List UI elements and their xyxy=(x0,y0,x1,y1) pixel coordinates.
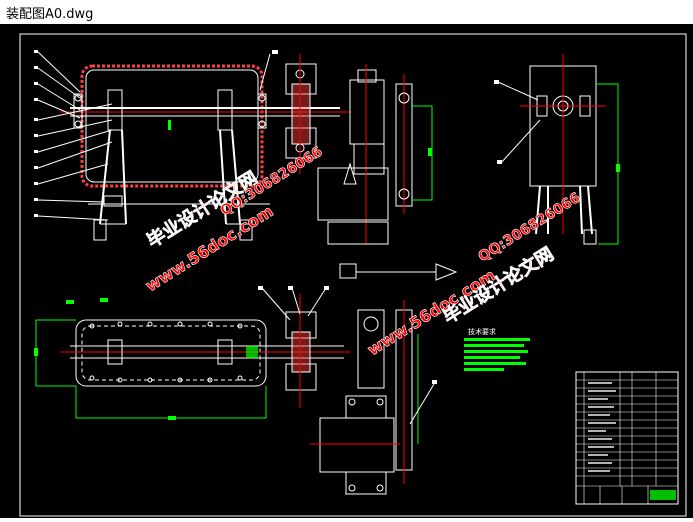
plan-view xyxy=(34,286,437,495)
title-block xyxy=(575,371,679,505)
arrow-right-icon xyxy=(435,263,458,281)
watermark-left-cn: 毕业设计论文网 xyxy=(143,167,262,253)
window-title: 装配图A0.dwg xyxy=(6,7,94,22)
drawing-canvas[interactable]: 技术要求 www.56doc.com 毕业设计论文网 QQ:306826066 … xyxy=(0,24,693,518)
window-titlebar: 装配图A0.dwg xyxy=(0,0,693,24)
watermark-cn-1: 毕业设计论文网 xyxy=(143,167,262,252)
drawing-svg: 技术要求 www.56doc.com 毕业设计论文网 QQ:306826066 … xyxy=(19,33,687,517)
technical-notes: 技术要求 xyxy=(464,327,530,371)
view-arrow xyxy=(339,263,458,281)
notes-header: 技术要求 xyxy=(468,327,496,336)
